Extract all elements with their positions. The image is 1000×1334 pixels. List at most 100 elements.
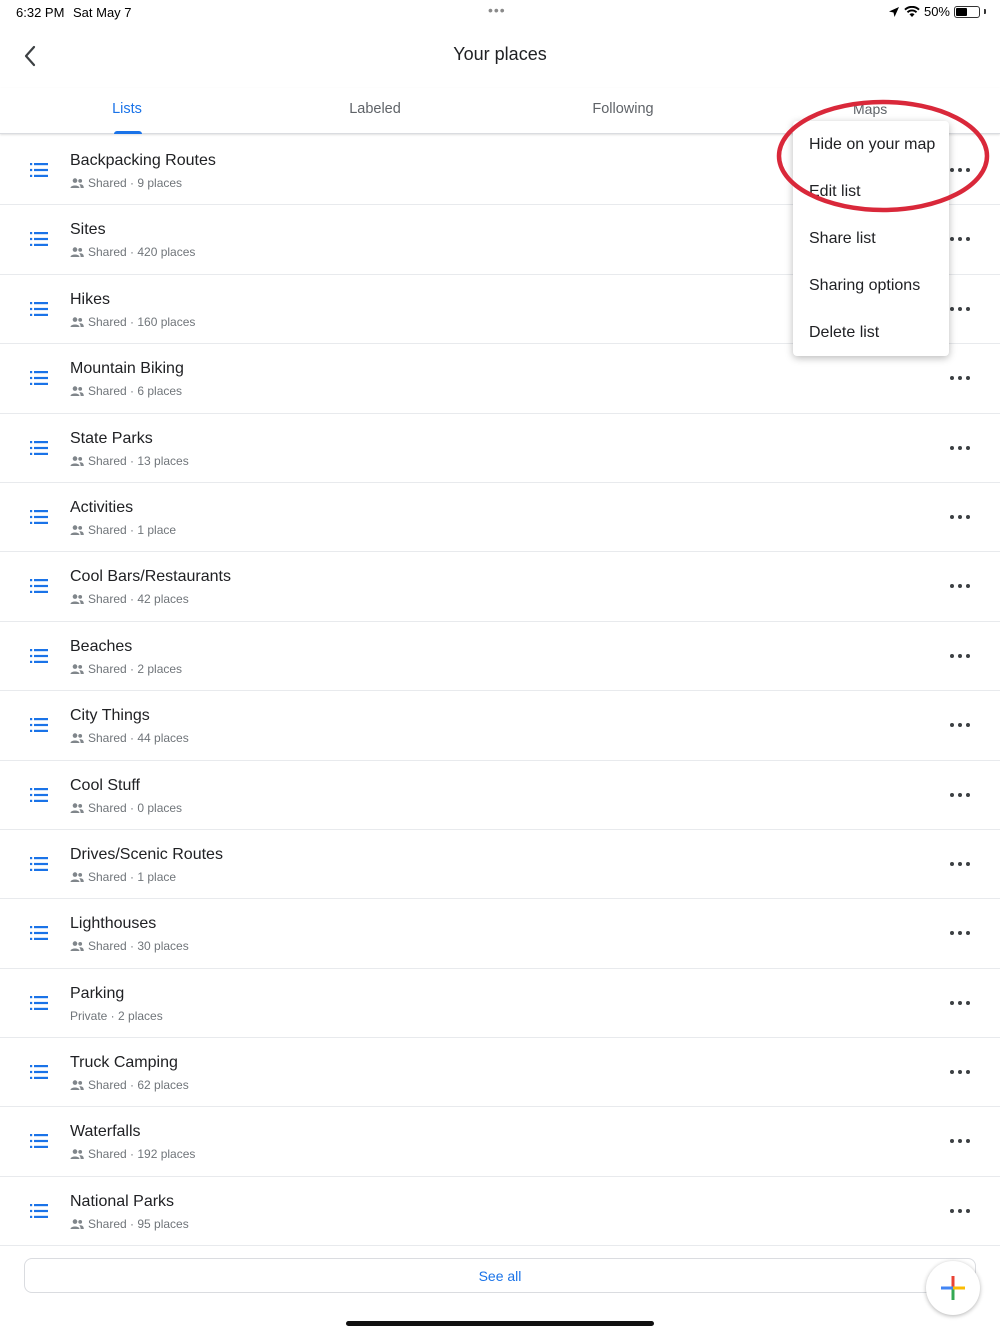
see-all-button[interactable]: See all (24, 1258, 976, 1293)
more-horizontal-icon-dot (950, 792, 954, 797)
more-horizontal-icon-dot (966, 861, 970, 866)
more-horizontal-icon-dot (950, 306, 954, 311)
list-item[interactable]: Waterfalls Shared · 192 places (0, 1107, 1000, 1177)
list-title: Hikes (70, 290, 111, 308)
battery-percent: 50% (923, 4, 950, 19)
more-horizontal-icon-dot (958, 514, 962, 519)
list-title: Cool Bars/Restaurants (70, 568, 231, 586)
more-horizontal-icon-dot (950, 1139, 954, 1144)
more-horizontal-icon-dot (958, 376, 962, 381)
people-icon (70, 247, 84, 258)
people-icon (70, 525, 84, 535)
list-subtitle: Shared · 160 places (70, 315, 195, 329)
more-options-button[interactable] (950, 301, 970, 317)
tab-lists[interactable]: Lists (3, 88, 251, 134)
more-horizontal-icon-dot (958, 237, 962, 242)
list-item[interactable]: Lighthouses Shared · 30 places (0, 899, 1000, 969)
list-icon (30, 440, 48, 455)
list-icon (30, 301, 48, 316)
more-horizontal-icon-dot (958, 723, 962, 728)
more-options-button[interactable] (950, 370, 970, 386)
people-icon (70, 594, 84, 605)
list-subtitle: Shared · 42 places (70, 592, 189, 606)
more-options-button[interactable] (950, 162, 970, 178)
list-item[interactable]: Drives/Scenic Routes Shared · 1 place (0, 830, 1000, 900)
menu-item-delete-list[interactable]: Delete list (809, 324, 879, 342)
list-title: National Parks (70, 1192, 175, 1210)
list-subtitle-text: Shared · 6 places (88, 384, 183, 399)
list-item[interactable]: Cool Bars/Restaurants Shared · 42 places (0, 552, 1000, 622)
more-options-button[interactable] (950, 440, 970, 456)
more-options-button[interactable] (950, 717, 970, 733)
more-horizontal-icon-dot (958, 1139, 962, 1144)
status-bar: 6:32 PM Sat May 7 ••• 50% (0, 0, 1000, 24)
list-title: Beaches (70, 637, 133, 655)
menu-item-edit-list[interactable]: Edit list (809, 183, 861, 201)
add-plus-icon (941, 1276, 965, 1300)
more-horizontal-icon-dot (966, 1208, 970, 1213)
context-menu: Hide on your map Edit list Share list Sh… (793, 121, 949, 356)
more-horizontal-icon-dot (966, 584, 970, 589)
more-horizontal-icon-dot (950, 445, 954, 450)
list-item[interactable]: Beaches Shared · 2 places (0, 622, 1000, 692)
menu-item-hide-on-map[interactable]: Hide on your map (809, 136, 935, 154)
more-horizontal-icon-dot (966, 1139, 970, 1144)
list-subtitle-text: Shared · 30 places (88, 939, 189, 954)
people-icon (70, 1080, 84, 1091)
home-indicator[interactable] (346, 1321, 654, 1326)
menu-item-sharing-options[interactable]: Sharing options (809, 277, 920, 295)
people-icon (70, 941, 84, 952)
list-subtitle: Shared · 0 places (70, 801, 182, 815)
list-item[interactable]: National Parks Shared · 95 places (0, 1177, 1000, 1247)
list-item[interactable]: State Parks Shared · 13 places (0, 414, 1000, 483)
list-title: Drives/Scenic Routes (70, 845, 223, 863)
list-subtitle: Shared · 192 places (70, 1147, 195, 1161)
more-horizontal-icon-dot (958, 306, 962, 311)
more-options-button[interactable] (950, 787, 970, 803)
list-subtitle-text: Shared · 42 places (88, 592, 189, 607)
more-options-button[interactable] (950, 231, 970, 247)
list-item[interactable]: Cool Stuff Shared · 0 places (0, 761, 1000, 830)
more-horizontal-icon-dot (950, 1070, 954, 1075)
list-item[interactable]: Truck Camping Shared · 62 places (0, 1038, 1000, 1108)
more-options-button[interactable] (950, 578, 970, 594)
more-horizontal-icon-dot (950, 168, 954, 172)
list-item[interactable]: Parking Private · 2 places (0, 969, 1000, 1039)
more-options-button[interactable] (950, 925, 970, 941)
list-title: Backpacking Routes (70, 152, 216, 169)
list-title: Truck Camping (70, 1054, 178, 1072)
list-subtitle-text: Shared · 192 places (88, 1147, 196, 1162)
more-options-button[interactable] (950, 1064, 970, 1080)
menu-item-share-list[interactable]: Share list (809, 230, 876, 248)
more-horizontal-icon-dot (966, 376, 970, 381)
tab-following[interactable]: Following (499, 88, 747, 134)
list-icon (30, 1134, 48, 1149)
more-options-button[interactable] (950, 995, 970, 1011)
more-options-button[interactable] (950, 1203, 970, 1219)
more-horizontal-icon-dot (958, 653, 962, 658)
more-horizontal-icon-dot (958, 931, 962, 936)
list-subtitle-text: Shared · 2 places (88, 661, 183, 676)
list-title: City Things (70, 707, 150, 725)
more-options-button[interactable] (950, 509, 970, 525)
location-arrow-icon (888, 6, 899, 17)
more-options-button[interactable] (950, 856, 970, 872)
more-horizontal-icon-dot (958, 861, 962, 866)
more-options-button[interactable] (950, 648, 970, 664)
list-icon (30, 926, 48, 941)
list-item[interactable]: City Things Shared · 44 places (0, 691, 1000, 761)
people-icon (70, 317, 84, 327)
more-horizontal-icon-dot (966, 653, 970, 658)
battery-icon (954, 5, 980, 18)
more-options-button[interactable] (950, 1133, 970, 1149)
multitasking-dots[interactable]: ••• (488, 2, 506, 18)
people-icon (70, 178, 84, 188)
tab-labeled[interactable]: Labeled (251, 88, 499, 134)
list-item[interactable]: Activities Shared · 1 place (0, 483, 1000, 553)
more-horizontal-icon-dot (950, 861, 954, 866)
page-title: Your places (453, 44, 547, 64)
people-icon (70, 733, 84, 744)
people-icon (70, 872, 84, 882)
tab-maps[interactable]: Maps (853, 101, 887, 117)
add-list-button[interactable] (926, 1261, 980, 1315)
